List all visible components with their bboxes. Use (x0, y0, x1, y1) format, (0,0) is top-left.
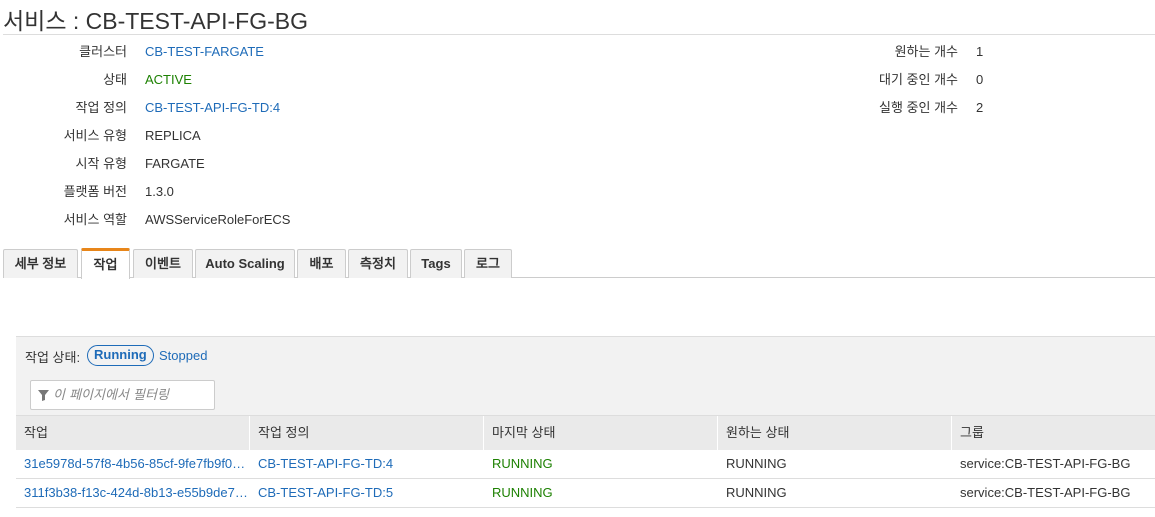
count-label: 원하는 개수 (894, 44, 958, 59)
count-running: 실행 중인 개수 2 (0, 99, 1100, 117)
detail-label: 서비스 유형 (63, 128, 127, 143)
table-row: 31e5978d-57f8-4b56-85cf-9fe7fb9f0… CB-TE… (16, 450, 1155, 479)
service-type-value: REPLICA (145, 128, 201, 143)
detail-label: 시작 유형 (75, 156, 127, 171)
tab-tags[interactable]: Tags (410, 249, 462, 278)
tab-bar: 세부 정보 작업 이벤트 Auto Scaling 배포 측정치 Tags 로그 (3, 248, 1155, 279)
running-filter-button[interactable]: Running (87, 345, 154, 366)
last-status-cell: RUNNING (492, 485, 553, 500)
task-filter-panel: 작업 상태: Running Stopped (16, 336, 1155, 415)
stopped-filter-link[interactable]: Stopped (159, 348, 207, 363)
tab-metrics[interactable]: 측정치 (348, 249, 408, 278)
task-definition-link[interactable]: CB-TEST-API-FG-TD:4 (250, 450, 484, 478)
tasks-table-header: 작업 작업 정의 마지막 상태 원하는 상태 그룹 (16, 415, 1155, 451)
count-label: 실행 중인 개수 (879, 100, 958, 115)
count-value: 0 (976, 72, 984, 87)
detail-service-role: 서비스 역할 AWSServiceRoleForECS (0, 211, 600, 229)
count-value: 1 (976, 44, 984, 59)
tab-tasks[interactable]: 작업 (81, 248, 130, 279)
tab-auto-scaling[interactable]: Auto Scaling (195, 249, 295, 278)
detail-label: 플랫폼 버전 (63, 184, 127, 199)
desired-status-cell: RUNNING (726, 456, 787, 471)
filter-input[interactable] (53, 387, 211, 404)
count-desired: 원하는 개수 1 (0, 43, 1100, 61)
title-divider (3, 34, 1155, 35)
filter-box[interactable] (30, 380, 215, 410)
page-title: 서비스 : CB-TEST-API-FG-BG (3, 8, 308, 34)
task-definition-link[interactable]: CB-TEST-API-FG-TD:5 (250, 479, 484, 507)
count-value: 2 (976, 100, 984, 115)
column-header-group[interactable]: 그룹 (952, 416, 1155, 451)
tab-logs[interactable]: 로그 (464, 249, 512, 278)
column-header-task[interactable]: 작업 (16, 416, 250, 451)
desired-status-cell: RUNNING (726, 485, 787, 500)
last-status-cell: RUNNING (492, 456, 553, 471)
task-status-label: 작업 상태: (25, 350, 81, 365)
detail-label: 서비스 역할 (63, 212, 127, 227)
table-row: 311f3b38-f13c-424d-8b13-e55b9de7… CB-TES… (16, 479, 1155, 508)
count-label: 대기 중인 개수 (879, 72, 958, 87)
tab-events[interactable]: 이벤트 (133, 249, 193, 278)
tab-deployments[interactable]: 배포 (297, 249, 346, 278)
tab-details[interactable]: 세부 정보 (3, 249, 78, 278)
detail-launch-type: 시작 유형 FARGATE (0, 155, 600, 173)
column-header-last-status[interactable]: 마지막 상태 (484, 416, 718, 451)
group-cell: service:CB-TEST-API-FG-BG (960, 456, 1131, 471)
count-pending: 대기 중인 개수 0 (0, 71, 1100, 89)
column-header-task-definition[interactable]: 작업 정의 (250, 416, 484, 451)
column-header-desired-status[interactable]: 원하는 상태 (718, 416, 952, 451)
task-id-link[interactable]: 311f3b38-f13c-424d-8b13-e55b9de7… (16, 479, 250, 507)
detail-platform-version: 플랫폼 버전 1.3.0 (0, 183, 600, 201)
service-role-value: AWSServiceRoleForECS (145, 212, 291, 227)
detail-service-type: 서비스 유형 REPLICA (0, 127, 600, 145)
platform-version-value: 1.3.0 (145, 184, 174, 199)
filter-funnel-icon (38, 390, 49, 401)
launch-type-value: FARGATE (145, 156, 205, 171)
task-id-link[interactable]: 31e5978d-57f8-4b56-85cf-9fe7fb9f0… (16, 450, 250, 478)
group-cell: service:CB-TEST-API-FG-BG (960, 485, 1131, 500)
